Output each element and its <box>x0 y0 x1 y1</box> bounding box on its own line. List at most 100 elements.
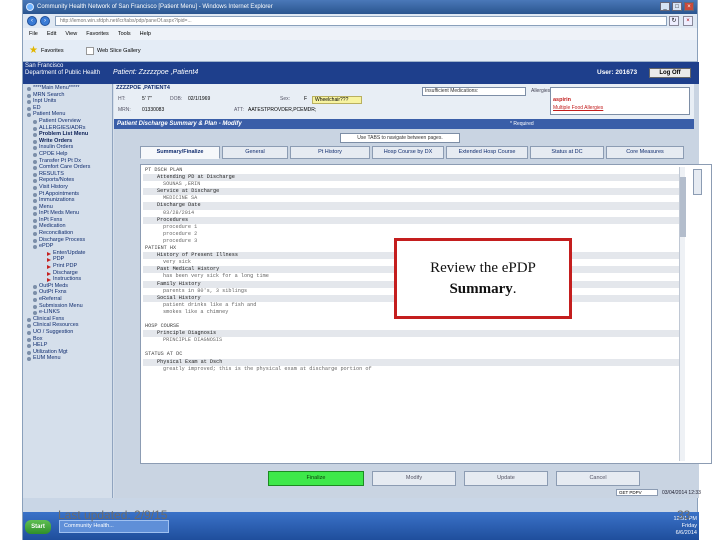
nav-item[interactable]: Patient Overview <box>23 118 112 125</box>
allergies-box: aspirin Multiple Food Allergies <box>550 87 690 115</box>
update-button[interactable]: Update <box>464 471 548 486</box>
nav-item[interactable]: MRN Search <box>23 92 112 99</box>
nav-item[interactable]: ****Main Menu***** <box>23 85 112 92</box>
nav-item[interactable]: Inpt Units <box>23 98 112 105</box>
nav-item[interactable]: Immunizations <box>23 197 112 204</box>
nav-item[interactable]: Write Orders <box>23 138 112 145</box>
nav-item[interactable]: Utilization Mgt <box>23 349 112 356</box>
nav-item[interactable]: Transfer Pt Pt Dx <box>23 158 112 165</box>
nav-item-label: HELP <box>33 342 48 349</box>
nav-item[interactable]: CPOE Help <box>23 151 112 158</box>
more-allergies-link[interactable]: Multiple Food Allergies <box>553 105 603 111</box>
bullet-icon <box>27 113 31 118</box>
ht-label: HT: <box>118 96 126 102</box>
cancel-button[interactable]: Cancel <box>556 471 640 486</box>
nav-item[interactable]: RESULTS <box>23 171 112 178</box>
insufficient-medications-field[interactable]: Insufficient Medications: <box>422 87 526 96</box>
url-field[interactable]: http://lemon.win.sfdph.net/lcr/tabs/pdp/… <box>55 16 667 26</box>
menu-help[interactable]: Help <box>140 28 151 40</box>
tab[interactable]: General <box>222 146 288 159</box>
scroll-thumb[interactable] <box>680 177 686 237</box>
app-area: San Francisco Department of Public Healt… <box>23 62 712 498</box>
minimize-button[interactable]: _ <box>660 2 670 11</box>
pdp-version-field[interactable]: GET PDPV <box>616 489 658 496</box>
nav-item[interactable]: ED <box>23 105 112 112</box>
forward-icon[interactable]: › <box>40 16 50 26</box>
nav-item[interactable]: ePDP <box>23 243 112 250</box>
menu-edit[interactable]: Edit <box>47 28 56 40</box>
document-line: PRINCIPLE DIAGNOSIS <box>163 337 223 344</box>
nav-item[interactable]: Clinical Resources <box>23 322 112 329</box>
tab[interactable]: Status at DC <box>530 146 604 159</box>
close-button[interactable]: × <box>684 2 694 11</box>
nav-item[interactable]: EUM Menu <box>23 355 112 362</box>
nav-item[interactable]: Print PDP <box>23 263 112 270</box>
nav-item[interactable]: Submission Menu <box>23 303 112 310</box>
favorites-label: Favorites <box>41 48 64 54</box>
menu-favorites[interactable]: Favorites <box>86 28 109 40</box>
tab[interactable]: Summary/Finalize <box>140 146 220 159</box>
nav-item[interactable]: Clinical Fxns <box>23 316 112 323</box>
nav-item[interactable]: Pt Appointments <box>23 191 112 198</box>
bullet-icon <box>27 350 31 355</box>
nav-item[interactable]: Insulin Orders <box>23 144 112 151</box>
callout-line-1: Review the ePDP <box>430 260 536 276</box>
tab[interactable]: Extended Hosp Course <box>446 146 528 159</box>
nav-item[interactable]: Problem List Menu <box>23 131 112 138</box>
bullet-icon <box>33 185 37 190</box>
nav-item[interactable]: Comfort Care Orders <box>23 164 112 171</box>
maximize-button[interactable]: □ <box>672 2 682 11</box>
nav-item-label: EUM Menu <box>33 355 61 362</box>
nav-item[interactable]: Discharge Process <box>23 237 112 244</box>
tab[interactable]: Pt History <box>290 146 370 159</box>
menu-file[interactable]: File <box>29 28 38 40</box>
web-slice-gallery-link[interactable]: Web Slice Gallery <box>85 45 141 57</box>
nav-item-label: Inpt Units <box>33 98 57 105</box>
menu-tools[interactable]: Tools <box>118 28 131 40</box>
nav-item[interactable]: InPt Meds Menu <box>23 210 112 217</box>
nav-item[interactable]: Box <box>23 336 112 343</box>
stop-icon[interactable]: × <box>683 16 693 26</box>
nav-item[interactable]: eReferral <box>23 296 112 303</box>
nav-item-label: ****Main Menu***** <box>33 85 80 91</box>
nav-item[interactable]: HELP <box>23 342 112 349</box>
menu-view[interactable]: View <box>65 28 77 40</box>
modify-button[interactable]: Modify <box>372 471 456 486</box>
nav-item[interactable]: PDP <box>23 256 112 263</box>
nav-item-label: Visit History <box>39 183 68 190</box>
nav-item[interactable]: ALLERGIES/ADRs <box>23 125 112 132</box>
bullet-icon <box>33 218 37 223</box>
nav-item-label: InPt Meds Menu <box>39 210 80 217</box>
bullet-icon <box>33 159 37 164</box>
nav-item[interactable]: Instructions <box>23 276 112 283</box>
nav-item-label: ALLERGIES/ADRs <box>39 124 86 131</box>
nav-item-label: OutPt Fxns <box>39 289 67 296</box>
nav-item[interactable]: OutPt Fxns <box>23 289 112 296</box>
nav-item[interactable]: Reports/Notes <box>23 177 112 184</box>
nav-item[interactable]: UO / Suggestion <box>23 329 112 336</box>
side-toggle-button[interactable] <box>693 169 702 195</box>
favorites-button[interactable]: ★ Favorites <box>29 45 64 57</box>
back-icon[interactable]: ‹ <box>27 16 37 26</box>
nav-item[interactable]: Discharge <box>23 270 112 277</box>
dob-value: 02/1/1969 <box>188 96 211 102</box>
nav-item[interactable]: Visit History <box>23 184 112 191</box>
tab[interactable]: Core Measures <box>606 146 684 159</box>
refresh-icon[interactable]: ↻ <box>669 16 679 26</box>
start-button[interactable]: Start <box>25 520 51 534</box>
log-off-button[interactable]: Log Off <box>649 68 691 78</box>
nav-item[interactable]: InPt Fxns <box>23 217 112 224</box>
nav-item[interactable]: e-LINKS <box>23 309 112 316</box>
bullet-icon <box>33 179 37 184</box>
nav-item[interactable]: Menu <box>23 204 112 211</box>
document-line: procedure 1 <box>163 223 198 230</box>
nav-item[interactable]: Reconciliation <box>23 230 112 237</box>
bullet-icon <box>27 106 31 111</box>
nav-item[interactable]: Medication <box>23 223 112 230</box>
nav-item[interactable]: OutPt Meds <box>23 283 112 290</box>
nav-item[interactable]: Patient Menu <box>23 111 112 118</box>
document-scrollbar[interactable] <box>679 167 686 461</box>
tab[interactable]: Hosp Course by DX <box>372 146 444 159</box>
finalize-button[interactable]: Finalize <box>268 471 364 486</box>
nav-item[interactable]: Enter/Update <box>23 250 112 257</box>
